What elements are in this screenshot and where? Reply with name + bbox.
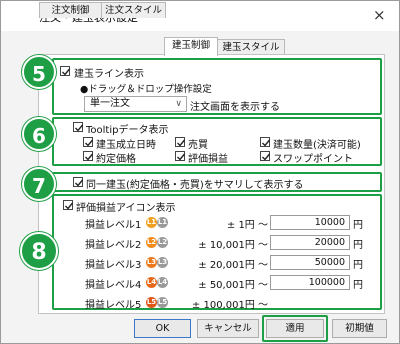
tooltip-item-label: 売買 <box>188 140 208 151</box>
chevron-down-icon: ∨ <box>175 99 182 109</box>
level-range-label: ± 1円 〜 <box>226 220 268 231</box>
level-range-label: ± 50,001円 〜 <box>198 280 268 291</box>
check-icon <box>62 68 71 76</box>
tooltip-item-checkbox[interactable] <box>260 151 271 161</box>
loss-coin-icon: L1 <box>157 217 168 228</box>
yen-unit-label: 円 <box>353 280 363 291</box>
step-badge-7: 7 <box>22 167 56 201</box>
tooltip-label: Tooltipデータ表示 <box>86 125 169 136</box>
tooltip-checkbox[interactable] <box>73 122 84 132</box>
line-display-checkbox[interactable] <box>60 66 71 76</box>
level-range-label: ± 20,001円 〜 <box>198 260 268 271</box>
step-badge-6: 6 <box>22 117 56 151</box>
profit-coin-icon: L2 <box>146 237 157 248</box>
order-type-select[interactable]: 単一注文 ∨ <box>84 96 187 112</box>
tab-position-control[interactable]: 建玉制御 <box>164 37 218 56</box>
tooltip-item-label: スワップポイント <box>273 154 353 165</box>
line-display-label: 建玉ライン表示 <box>74 69 144 80</box>
profit-coin-icon: L4 <box>146 277 157 288</box>
level-threshold-input[interactable]: 10000 <box>270 215 350 230</box>
tab-order-style[interactable]: 注文スタイル <box>101 2 166 18</box>
yen-unit-label: 円 <box>353 240 363 251</box>
step-badge-5: 5 <box>22 55 56 89</box>
loss-coin-icon: L2 <box>157 237 168 248</box>
tooltip-item-label: 建玉成立日時 <box>96 140 156 151</box>
tooltip-item-checkbox[interactable] <box>260 137 271 147</box>
tooltip-item-label: 建玉数量(決済可能) <box>273 140 361 151</box>
level-threshold-input[interactable]: 100000 <box>270 275 350 290</box>
level-label: 損益レベル1 <box>85 220 142 231</box>
profit-coin-icon: L1 <box>146 217 157 228</box>
order-type-value: 単一注文 <box>90 98 130 109</box>
loss-coin-icon: L4 <box>157 277 168 288</box>
tooltip-item-checkbox[interactable] <box>175 137 186 147</box>
tooltip-item-checkbox[interactable] <box>83 151 94 161</box>
tooltip-item-checkbox[interactable] <box>175 151 186 161</box>
cancel-button[interactable]: キャンセル <box>197 319 259 338</box>
level-threshold-input[interactable]: 50000 <box>270 255 350 270</box>
same-position-checkbox[interactable] <box>73 177 84 187</box>
level-range-label: ± 100,001円 〜 <box>191 300 268 311</box>
step-badge-8: 8 <box>20 232 58 270</box>
level-label: 損益レベル4 <box>85 280 142 291</box>
profit-coin-icon: L3 <box>146 257 157 268</box>
level-label: 損益レベル2 <box>85 240 142 251</box>
yen-unit-label: 円 <box>353 260 363 271</box>
close-icon[interactable]: × <box>373 6 386 24</box>
level-range-label: ± 10,001円 〜 <box>198 240 268 251</box>
drag-drop-label: ●ドラッグ＆ドロップ操作設定 <box>80 84 212 95</box>
loss-coin-icon: L3 <box>157 257 168 268</box>
reset-button[interactable]: 初期値 <box>332 319 387 338</box>
yen-unit-label: 円 <box>353 220 363 231</box>
tab-position-style[interactable]: 建玉スタイル <box>217 39 285 55</box>
profit-coin-icon: L5 <box>146 297 157 308</box>
apply-button[interactable]: 適用 <box>266 319 324 338</box>
same-position-label: 同一建玉(約定価格・売買)をサマリして表示する <box>86 180 304 191</box>
pl-icon-checkbox[interactable] <box>63 200 74 210</box>
pl-icon-label: 評価損益アイコン表示 <box>76 203 176 214</box>
tooltip-item-label: 評価損益 <box>188 154 228 165</box>
order-screen-label: 注文画面を表示する <box>190 102 280 113</box>
loss-coin-icon: L5 <box>157 297 168 308</box>
ok-button[interactable]: OK <box>134 319 191 338</box>
level-threshold-input[interactable]: 20000 <box>270 235 350 250</box>
tab-order-control[interactable]: 注文制御 <box>39 2 102 18</box>
tooltip-item-checkbox[interactable] <box>83 137 94 147</box>
level-label: 損益レベル3 <box>85 260 142 271</box>
level-label: 損益レベル5 <box>85 300 142 311</box>
tooltip-item-label: 約定価格 <box>96 154 136 165</box>
